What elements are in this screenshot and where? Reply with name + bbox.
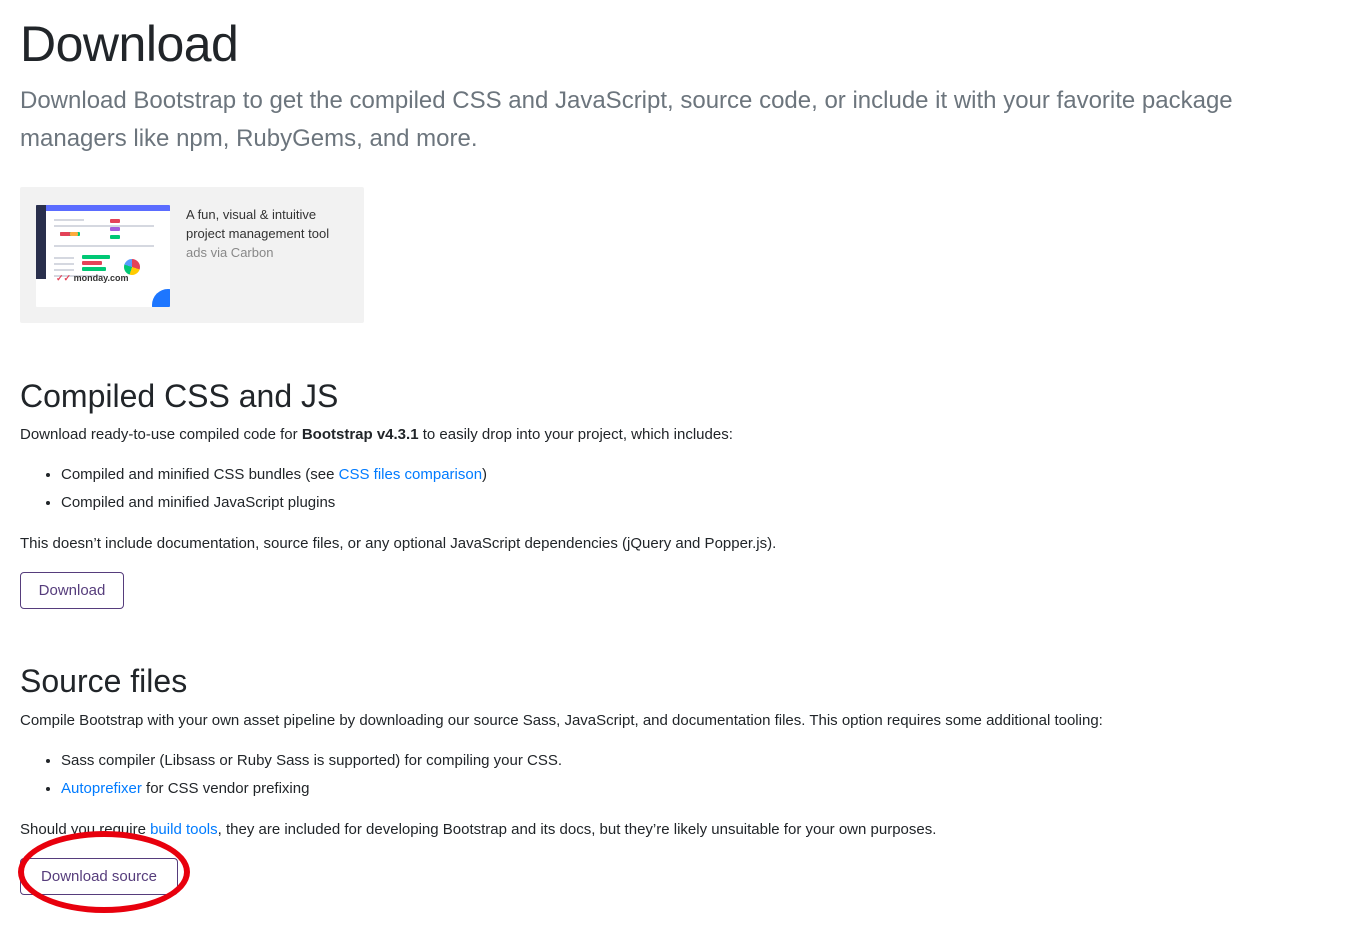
compiled-intro-text: Download ready-to-use compiled code for (20, 426, 302, 443)
ad-image-bar (110, 227, 120, 231)
ad-image-bar (110, 219, 120, 223)
ad-image-bar (82, 267, 106, 271)
ad-image-corner-shape (152, 289, 170, 307)
ad-image-bar (82, 261, 102, 265)
page-title: Download (20, 16, 239, 72)
page-lead: Download Bootstrap to get the compiled C… (20, 87, 1233, 152)
ad-image-bar (82, 255, 110, 259)
ad-brand-logo: ✓✓ monday.com (56, 273, 128, 284)
ad-image-line (54, 245, 154, 247)
ad-description[interactable]: A fun, visual & intuitive project manage… (186, 207, 329, 241)
source-note-text-end: , they are included for developing Boots… (217, 821, 937, 838)
list-item: Autoprefixer for CSS vendor prefixing (61, 775, 562, 803)
ad-image-bar (110, 235, 120, 239)
ad-image-line (54, 269, 74, 271)
carbon-ad[interactable]: ✓✓ monday.com A fun, visual & intuitive … (20, 187, 364, 323)
ad-image-line (54, 219, 84, 221)
ad-via-carbon-link[interactable]: ads via Carbon (186, 243, 356, 262)
ad-image-line (54, 225, 154, 227)
compiled-intro-text-end: to easily drop into your project, which … (418, 426, 733, 443)
ad-brand-name: monday.com (73, 273, 129, 283)
compiled-heading: Compiled CSS and JS (20, 378, 339, 414)
source-note-text: Should you require (20, 821, 151, 838)
compiled-note: This doesn’t include documentation, sour… (20, 535, 777, 552)
source-note: Should you require build tools, they are… (20, 819, 936, 841)
autoprefixer-link[interactable]: Autoprefixer (61, 780, 142, 797)
download-source-button[interactable]: Download source (20, 858, 178, 895)
monday-logo-icon: ✓✓ (56, 273, 72, 283)
source-requirements-list: Sass compiler (Libsass or Ruby Sass is s… (20, 747, 562, 803)
ad-image[interactable] (36, 205, 170, 307)
source-heading: Source files (20, 663, 188, 699)
list-item-text-end: for CSS vendor prefixing (141, 780, 310, 797)
download-button[interactable]: Download (20, 572, 124, 609)
ad-text-block[interactable]: A fun, visual & intuitive project manage… (186, 205, 356, 262)
source-intro: Compile Bootstrap with your own asset pi… (20, 712, 1103, 729)
compiled-intro: Download ready-to-use compiled code for … (20, 424, 733, 446)
ad-image-bar (70, 232, 78, 236)
ad-image-sidebar (36, 205, 46, 279)
ad-image-line (54, 257, 74, 259)
list-item-text: Compiled and minified CSS bundles (see (61, 466, 339, 483)
compiled-includes-list: Compiled and minified CSS bundles (see C… (20, 461, 487, 517)
ad-image-topband (36, 205, 170, 211)
list-item-text-end: ) (482, 466, 488, 483)
compiled-version: Bootstrap v4.3.1 (301, 426, 419, 443)
ad-image-line (54, 263, 74, 265)
list-item: Sass compiler (Libsass or Ruby Sass is s… (61, 747, 562, 775)
ad-image-bar (60, 232, 70, 236)
build-tools-link[interactable]: build tools (150, 821, 218, 838)
list-item: Compiled and minified JavaScript plugins (61, 489, 487, 517)
list-item: Compiled and minified CSS bundles (see C… (61, 461, 487, 489)
css-files-comparison-link[interactable]: CSS files comparison (339, 466, 482, 483)
